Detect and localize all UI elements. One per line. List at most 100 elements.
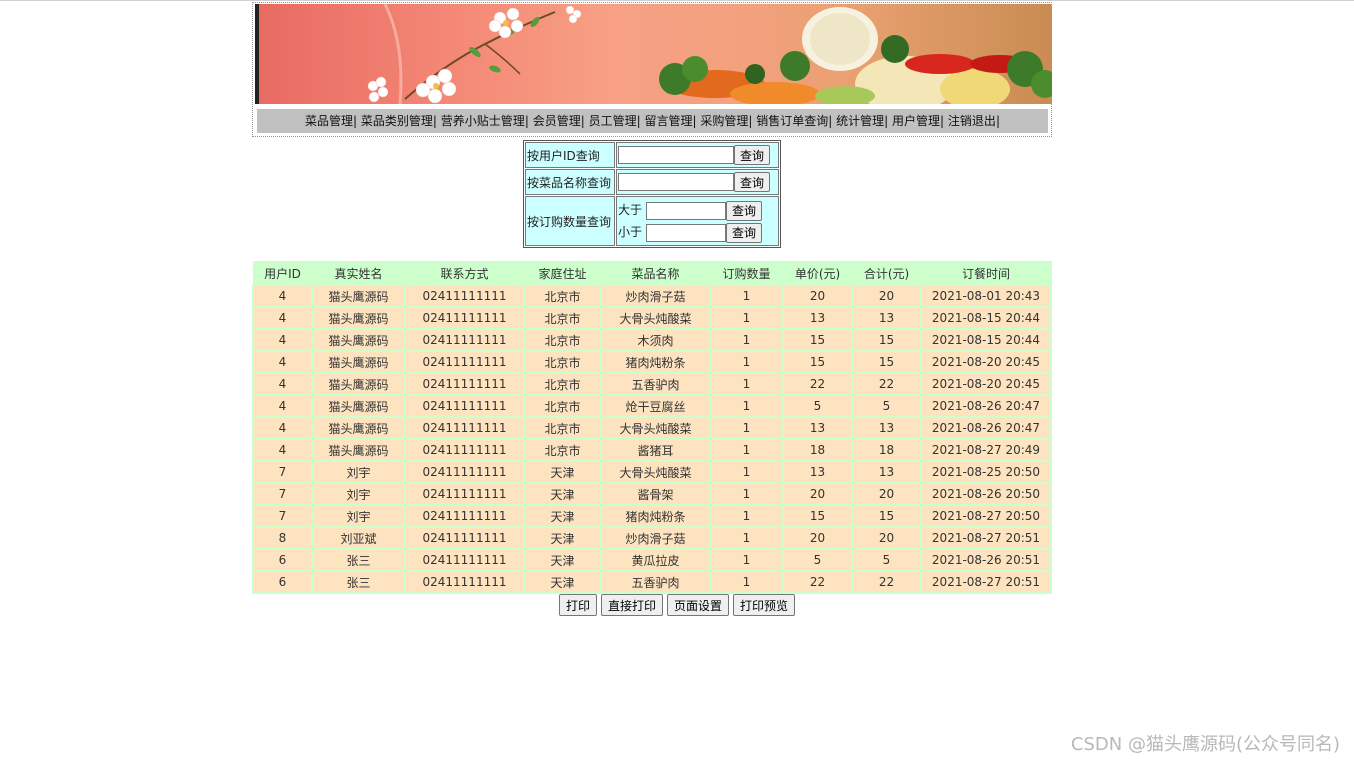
- cell-dish-name: 酱骨架: [600, 482, 711, 506]
- top-border-line: [0, 0, 1354, 1]
- cell-address: 北京市: [523, 328, 602, 352]
- banner-dark-edge: [255, 4, 259, 104]
- quantity-less-input[interactable]: [646, 223, 727, 242]
- cell-unit-price: 15: [782, 350, 853, 374]
- cell-address: 北京市: [523, 350, 602, 374]
- cell-user-id: 4: [252, 306, 313, 330]
- quantity-greater-input[interactable]: [646, 201, 727, 220]
- nav-dish-management[interactable]: 菜品管理: [305, 114, 353, 128]
- nav-statistics-management[interactable]: 统计管理: [836, 114, 884, 128]
- cell-quantity: 1: [709, 372, 784, 396]
- cell-contact: 02411111111: [404, 284, 525, 308]
- cell-real-name: 猫头鹰源码: [311, 350, 406, 374]
- cell-real-name: 猫头鹰源码: [311, 306, 406, 330]
- cell-user-id: 6: [252, 570, 313, 594]
- nav-purchase-management[interactable]: 采购管理: [700, 114, 748, 128]
- cell-address: 北京市: [523, 438, 602, 462]
- col-header-user-id: 用户ID: [252, 261, 313, 286]
- cell-dish-name: 大骨头炖酸菜: [600, 306, 711, 330]
- nav-logout[interactable]: 注销退出: [948, 114, 996, 128]
- cell-user-id: 4: [252, 350, 313, 374]
- cell-address: 北京市: [523, 416, 602, 440]
- cell-dish-name: 大骨头炖酸菜: [600, 416, 711, 440]
- user-id-input[interactable]: [618, 146, 734, 164]
- cell-contact: 02411111111: [404, 548, 525, 572]
- nav-separator: |: [940, 114, 945, 128]
- cell-quantity: 1: [709, 482, 784, 506]
- cell-total: 13: [851, 460, 922, 484]
- cell-order-time: 2021-08-27 20:50: [920, 504, 1052, 528]
- cell-quantity: 1: [709, 548, 784, 572]
- cell-unit-price: 20: [782, 482, 853, 506]
- cell-order-time: 2021-08-26 20:50: [920, 482, 1052, 506]
- header-banner-image: [255, 4, 1052, 104]
- cell-dish-name: 大骨头炖酸菜: [600, 460, 711, 484]
- cell-order-time: 2021-08-25 20:50: [920, 460, 1052, 484]
- cell-quantity: 1: [709, 570, 784, 594]
- orders-table: 用户ID 真实姓名 联系方式 家庭住址 菜品名称 订购数量 单价(元) 合计(元…: [252, 261, 1052, 594]
- orders-table-body: 4 猫头鹰源码 02411111111 北京市 炒肉滑子菇 1 20 20 2021-08-01…: [252, 284, 1052, 594]
- cell-unit-price: 22: [782, 570, 853, 594]
- nav-separator: |: [884, 114, 889, 128]
- query-dish-name-button[interactable]: 查询: [734, 172, 771, 192]
- query-less-button[interactable]: 查询: [726, 222, 763, 243]
- cell-dish-name: 五香驴肉: [600, 570, 711, 594]
- cell-real-name: 猫头鹰源码: [311, 328, 406, 352]
- direct-print-button[interactable]: 直接打印: [600, 594, 663, 616]
- cell-user-id: 6: [252, 548, 313, 572]
- cell-real-name: 刘宇: [311, 460, 406, 484]
- nav-sales-order-query[interactable]: 销售订单查询: [756, 114, 828, 128]
- cell-address: 天津: [523, 548, 602, 572]
- dish-name-input[interactable]: [618, 173, 734, 191]
- query-dish-name-cell: 查询: [616, 169, 779, 195]
- cell-dish-name: 酱猪耳: [600, 438, 711, 462]
- cell-user-id: 7: [252, 504, 313, 528]
- table-row: 4 猫头鹰源码 02411111111 北京市 酱猪耳 1 18 18 2021-08-27 2…: [252, 438, 1052, 462]
- cell-address: 北京市: [523, 394, 602, 418]
- table-row: 7 刘宇 02411111111 天津 猪肉炖粉条 1 15 15 2021-08-27 20:…: [252, 504, 1052, 528]
- nav-nutrition-tips-management[interactable]: 营养小贴士管理: [441, 114, 525, 128]
- cell-user-id: 4: [252, 284, 313, 308]
- cell-unit-price: 20: [782, 284, 853, 308]
- table-row: 4 猫头鹰源码 02411111111 北京市 大骨头炖酸菜 1 13 13 2021-08-1…: [252, 306, 1052, 330]
- cell-user-id: 4: [252, 438, 313, 462]
- cell-quantity: 1: [709, 504, 784, 528]
- cell-unit-price: 13: [782, 306, 853, 330]
- nav-separator: |: [432, 114, 437, 128]
- cell-dish-name: 木须肉: [600, 328, 711, 352]
- cell-total: 15: [851, 504, 922, 528]
- quantity-less-row: 小于 查询: [618, 221, 777, 243]
- nav-dish-category-management[interactable]: 菜品类别管理: [361, 114, 433, 128]
- nav-user-management[interactable]: 用户管理: [892, 114, 940, 128]
- print-button[interactable]: 打印: [558, 594, 597, 616]
- cell-quantity: 1: [709, 328, 784, 352]
- col-header-contact: 联系方式: [404, 261, 525, 286]
- nav-separator: |: [828, 114, 833, 128]
- query-row-user-id: 按用户ID查询 查询: [525, 142, 779, 168]
- cell-real-name: 猫头鹰源码: [311, 284, 406, 308]
- nav-separator: |: [524, 114, 529, 128]
- nav-staff-management[interactable]: 员工管理: [589, 114, 637, 128]
- cell-total: 22: [851, 570, 922, 594]
- cell-total: 15: [851, 328, 922, 352]
- cell-contact: 02411111111: [404, 372, 525, 396]
- cell-quantity: 1: [709, 460, 784, 484]
- nav-message-management[interactable]: 留言管理: [644, 114, 692, 128]
- cell-total: 13: [851, 306, 922, 330]
- cell-real-name: 猫头鹰源码: [311, 438, 406, 462]
- nav-member-management[interactable]: 会员管理: [533, 114, 581, 128]
- cell-total: 5: [851, 548, 922, 572]
- cell-unit-price: 15: [782, 328, 853, 352]
- table-row: 4 猫头鹰源码 02411111111 北京市 五香驴肉 1 22 22 2021-08-20 …: [252, 372, 1052, 396]
- cell-user-id: 7: [252, 482, 313, 506]
- print-preview-button[interactable]: 打印预览: [733, 594, 796, 616]
- cell-dish-name: 炒肉滑子菇: [600, 526, 711, 550]
- page-setup-button[interactable]: 页面设置: [667, 594, 730, 616]
- query-user-id-button[interactable]: 查询: [734, 145, 771, 165]
- query-greater-button[interactable]: 查询: [726, 200, 763, 221]
- cell-address: 天津: [523, 460, 602, 484]
- query-row-quantity: 按订购数量查询 大于 查询 小于 查询: [525, 196, 779, 246]
- quantity-greater-row: 大于 查询: [618, 199, 777, 221]
- nav-separator: |: [692, 114, 697, 128]
- cell-address: 北京市: [523, 306, 602, 330]
